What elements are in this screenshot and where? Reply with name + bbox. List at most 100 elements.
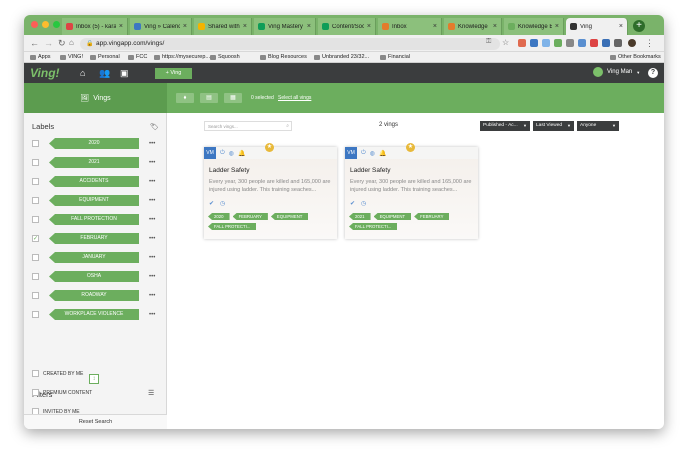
new-ving-button[interactable]: + Ving <box>155 68 192 79</box>
people-nav-icon[interactable]: 👥 <box>99 68 110 79</box>
label-menu-icon[interactable]: ••• <box>149 293 155 299</box>
sort-dropdown[interactable]: Last Viewed ▼ <box>533 121 574 131</box>
ving-logo[interactable]: Ving! <box>30 66 60 80</box>
browser-menu-icon[interactable]: ⋮ <box>645 38 654 49</box>
bookmark-item[interactable]: FCC <box>128 54 147 60</box>
favorite-star-icon[interactable]: ★ <box>406 143 415 152</box>
label-menu-icon[interactable]: ••• <box>149 236 155 242</box>
label-menu-icon[interactable]: ••• <box>149 179 155 185</box>
minimize-window-button[interactable] <box>42 21 49 28</box>
label-checkbox[interactable] <box>32 178 39 185</box>
label-checkbox[interactable] <box>32 273 39 280</box>
card-tag[interactable]: FEBRUARY <box>414 213 450 220</box>
close-tab-icon[interactable]: × <box>183 23 187 30</box>
label-tag[interactable]: 2021 <box>49 157 139 168</box>
bookmark-star-icon[interactable]: ☆ <box>502 38 509 47</box>
filter-icon[interactable]: ☰ <box>148 389 154 397</box>
bell-icon[interactable]: 🔔 <box>379 150 386 157</box>
extension-icon[interactable] <box>578 39 586 47</box>
label-checkbox[interactable] <box>32 159 39 166</box>
close-tab-icon[interactable]: × <box>493 23 497 30</box>
label-tag[interactable]: FALL PROTECTION <box>49 214 139 225</box>
label-checkbox[interactable] <box>32 311 39 318</box>
label-checkbox[interactable] <box>32 197 39 204</box>
card-tag[interactable]: EQUIPMENT <box>270 213 309 220</box>
search-input[interactable]: Search vings... ⌕ <box>204 121 292 131</box>
label-tag[interactable]: FEBRUARY <box>49 233 139 244</box>
filter-option[interactable]: PREMIUM CONTENT <box>32 389 92 396</box>
other-bookmarks[interactable]: Other Bookmarks <box>610 54 661 60</box>
close-tab-icon[interactable]: × <box>119 23 123 30</box>
card-tag[interactable]: FEBRUARY <box>232 213 268 220</box>
label-menu-icon[interactable]: ••• <box>149 198 155 204</box>
label-menu-icon[interactable]: ••• <box>149 255 155 261</box>
help-button[interactable]: ? <box>648 68 658 78</box>
new-tab-button[interactable]: + <box>633 20 645 32</box>
key-icon[interactable]: ⚿ <box>486 38 491 46</box>
forward-icon[interactable]: → <box>44 38 53 48</box>
bookmark-item[interactable]: Unbranded 23/32... <box>314 54 369 60</box>
extension-icon[interactable] <box>602 39 610 47</box>
label-tag[interactable]: OSHA <box>49 271 139 282</box>
label-checkbox[interactable] <box>32 140 39 147</box>
bookmark-item[interactable]: VING! <box>60 54 83 60</box>
close-tab-icon[interactable]: × <box>555 23 559 30</box>
user-menu[interactable]: Ving Man ▼ <box>593 67 640 77</box>
filter-option[interactable]: CREATED BY ME <box>32 370 83 377</box>
label-tag[interactable]: ROADWAY <box>49 290 139 301</box>
favorite-star-icon[interactable]: ★ <box>265 143 274 152</box>
browser-tab[interactable]: Ving » Calendar× <box>130 18 192 35</box>
browser-tab[interactable]: Content/Social× <box>318 18 376 35</box>
extension-icon[interactable] <box>590 39 598 47</box>
tag-icon[interactable]: 🏷 <box>150 123 159 131</box>
tag-action-button[interactable]: ⬧ <box>176 93 194 103</box>
home-nav-icon[interactable]: ⌂ <box>80 68 85 78</box>
status-dropdown[interactable]: Published - Ac... ▼ <box>480 121 530 131</box>
reset-search-button[interactable]: Reset Search <box>24 414 167 429</box>
card-tag[interactable]: 2020 <box>208 213 230 220</box>
close-tab-icon[interactable]: × <box>367 23 371 30</box>
browser-tab[interactable]: Inbox (5) - kara@× <box>62 18 128 35</box>
power-icon[interactable]: ⏻ <box>361 150 366 157</box>
power-icon[interactable]: ⏻ <box>220 150 225 157</box>
ving-card[interactable]: VM ⏻ ◍ 🔔 ★ Ladder Safety Every year, 300 peopl… <box>204 143 337 239</box>
extension-icon[interactable] <box>554 39 562 47</box>
extension-icon[interactable] <box>542 39 550 47</box>
label-menu-icon[interactable]: ••• <box>149 217 155 223</box>
browser-tab[interactable]: Ving Mastery R× <box>254 18 316 35</box>
extension-icon[interactable] <box>530 39 538 47</box>
extension-icon[interactable] <box>566 39 574 47</box>
bookmark-item[interactable]: Apps <box>30 54 51 60</box>
globe-icon[interactable]: ◍ <box>370 150 375 157</box>
filter-checkbox[interactable] <box>32 370 39 377</box>
label-menu-icon[interactable]: ••• <box>149 312 155 318</box>
bell-icon[interactable]: 🔔 <box>238 150 245 157</box>
maximize-window-button[interactable] <box>53 21 60 28</box>
label-tag[interactable]: EQUIPMENT <box>49 195 139 206</box>
browser-tab[interactable]: Ving × <box>566 18 628 35</box>
extensions-puzzle-icon[interactable] <box>614 39 622 47</box>
label-checkbox[interactable] <box>32 216 39 223</box>
label-tag[interactable]: WORKPLACE VIOLENCE <box>49 309 139 320</box>
bookmark-item[interactable]: Squoosh <box>210 54 240 60</box>
delete-action-button[interactable]: ▦ <box>224 93 242 103</box>
label-checkbox[interactable]: ✓ <box>32 235 39 242</box>
back-icon[interactable]: ← <box>30 38 39 48</box>
globe-icon[interactable]: ◍ <box>229 150 234 157</box>
label-tag[interactable]: 2020 <box>49 138 139 149</box>
close-tab-icon[interactable]: × <box>433 23 437 30</box>
label-menu-icon[interactable]: ••• <box>149 141 155 147</box>
filter-checkbox[interactable] <box>32 389 39 396</box>
profile-avatar[interactable] <box>628 39 636 47</box>
expand-labels-button[interactable]: ↕ <box>89 374 99 384</box>
home-icon[interactable]: ⌂ <box>69 38 74 47</box>
bookmark-item[interactable]: Blog Resources <box>260 54 307 60</box>
browser-tab[interactable]: Knowledge Base× <box>504 18 564 35</box>
close-window-button[interactable] <box>31 21 38 28</box>
owner-dropdown[interactable]: Anyone ▼ <box>577 121 619 131</box>
close-tab-icon[interactable]: × <box>307 23 311 30</box>
label-menu-icon[interactable]: ••• <box>149 274 155 280</box>
label-tag[interactable]: JANUARY <box>49 252 139 263</box>
label-checkbox[interactable] <box>32 292 39 299</box>
label-tag[interactable]: ACCIDENTS <box>49 176 139 187</box>
